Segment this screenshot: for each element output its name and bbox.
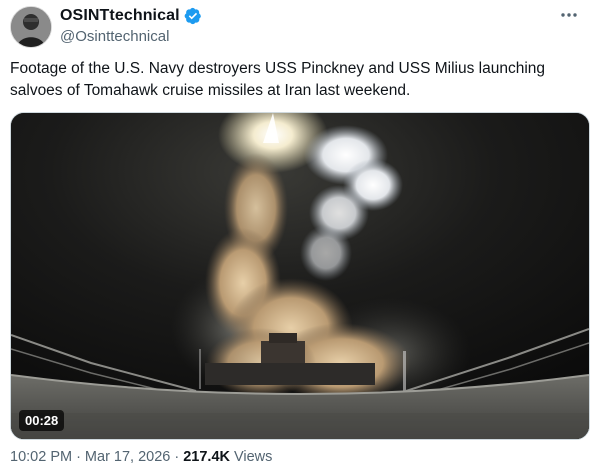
tweet-text-line-2: salvoes of Tomahawk cruise missiles at I… (10, 82, 411, 99)
tweet-header: OSINTtechnical @Osinttechnical (10, 6, 590, 50)
display-name[interactable]: OSINTtechnical (60, 7, 180, 25)
tweet-date[interactable]: Mar 17, 2026 (85, 449, 170, 465)
verified-badge-icon (184, 7, 202, 25)
avatar[interactable] (10, 6, 52, 48)
meta-separator: · (174, 449, 180, 465)
tweet-meta: 10:02 PM · Mar 17, 2026 · 217.4K Views (10, 449, 272, 465)
video-frame (11, 113, 589, 439)
handle[interactable]: @Osinttechnical (60, 28, 169, 45)
tweet-time[interactable]: 10:02 PM (10, 449, 72, 465)
meta-separator: · (76, 449, 81, 465)
views-label: Views (233, 449, 273, 465)
name-row: OSINTtechnical (60, 7, 202, 25)
tweet-card: OSINTtechnical @Osinttechnical Footage o… (0, 0, 600, 475)
video-duration-badge: 00:28 (19, 410, 65, 431)
video-player[interactable]: 00:28 (10, 112, 590, 440)
more-options-icon[interactable] (558, 8, 580, 22)
views-count[interactable]: 217.4K (183, 449, 230, 465)
tweet-text: Footage of the U.S. Navy destroyers USS … (10, 58, 580, 102)
tweet-text-line-1: Footage of the U.S. Navy destroyers USS … (10, 60, 546, 77)
